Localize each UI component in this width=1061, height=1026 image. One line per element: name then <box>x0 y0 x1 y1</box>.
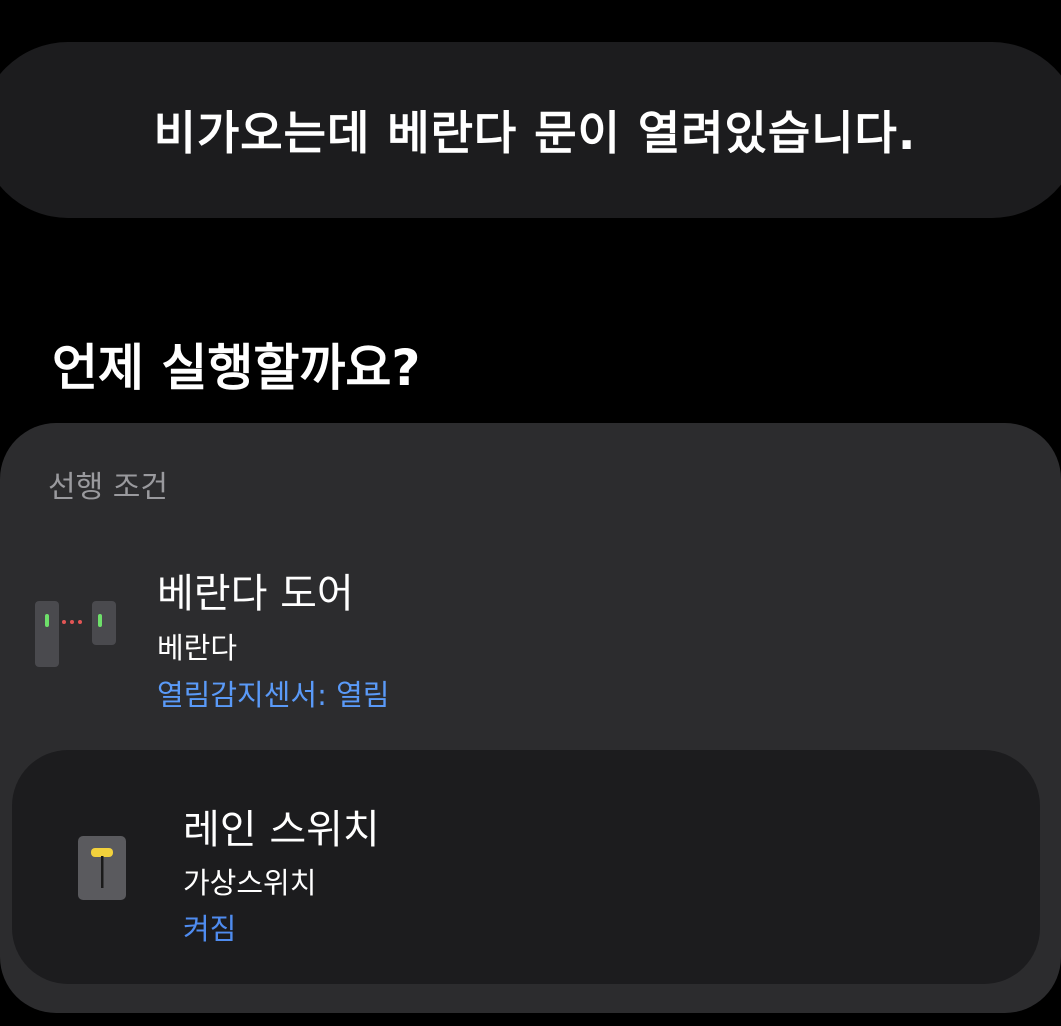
door-sensor-icon <box>35 601 116 667</box>
condition-title: 베란다 도어 <box>157 571 354 617</box>
virtual-switch-icon <box>78 836 126 900</box>
condition-location: 베란다 <box>157 631 238 665</box>
condition-status: 켜짐 <box>183 912 237 946</box>
precondition-label: 선행 조건 <box>48 470 168 505</box>
automation-title: 비가오는데 베란다 문이 열려있습니다. <box>153 106 917 160</box>
condition-status: 열림감지센서: 열림 <box>157 678 390 712</box>
condition-title: 레인 스위치 <box>183 807 380 853</box>
condition-item-rain-switch[interactable] <box>12 750 1040 984</box>
condition-location: 가상스위치 <box>183 866 317 900</box>
automation-title-banner[interactable]: 비가오는데 베란다 문이 열려있습니다. <box>0 42 1061 218</box>
section-heading: 언제 실행할까요? <box>52 339 421 397</box>
